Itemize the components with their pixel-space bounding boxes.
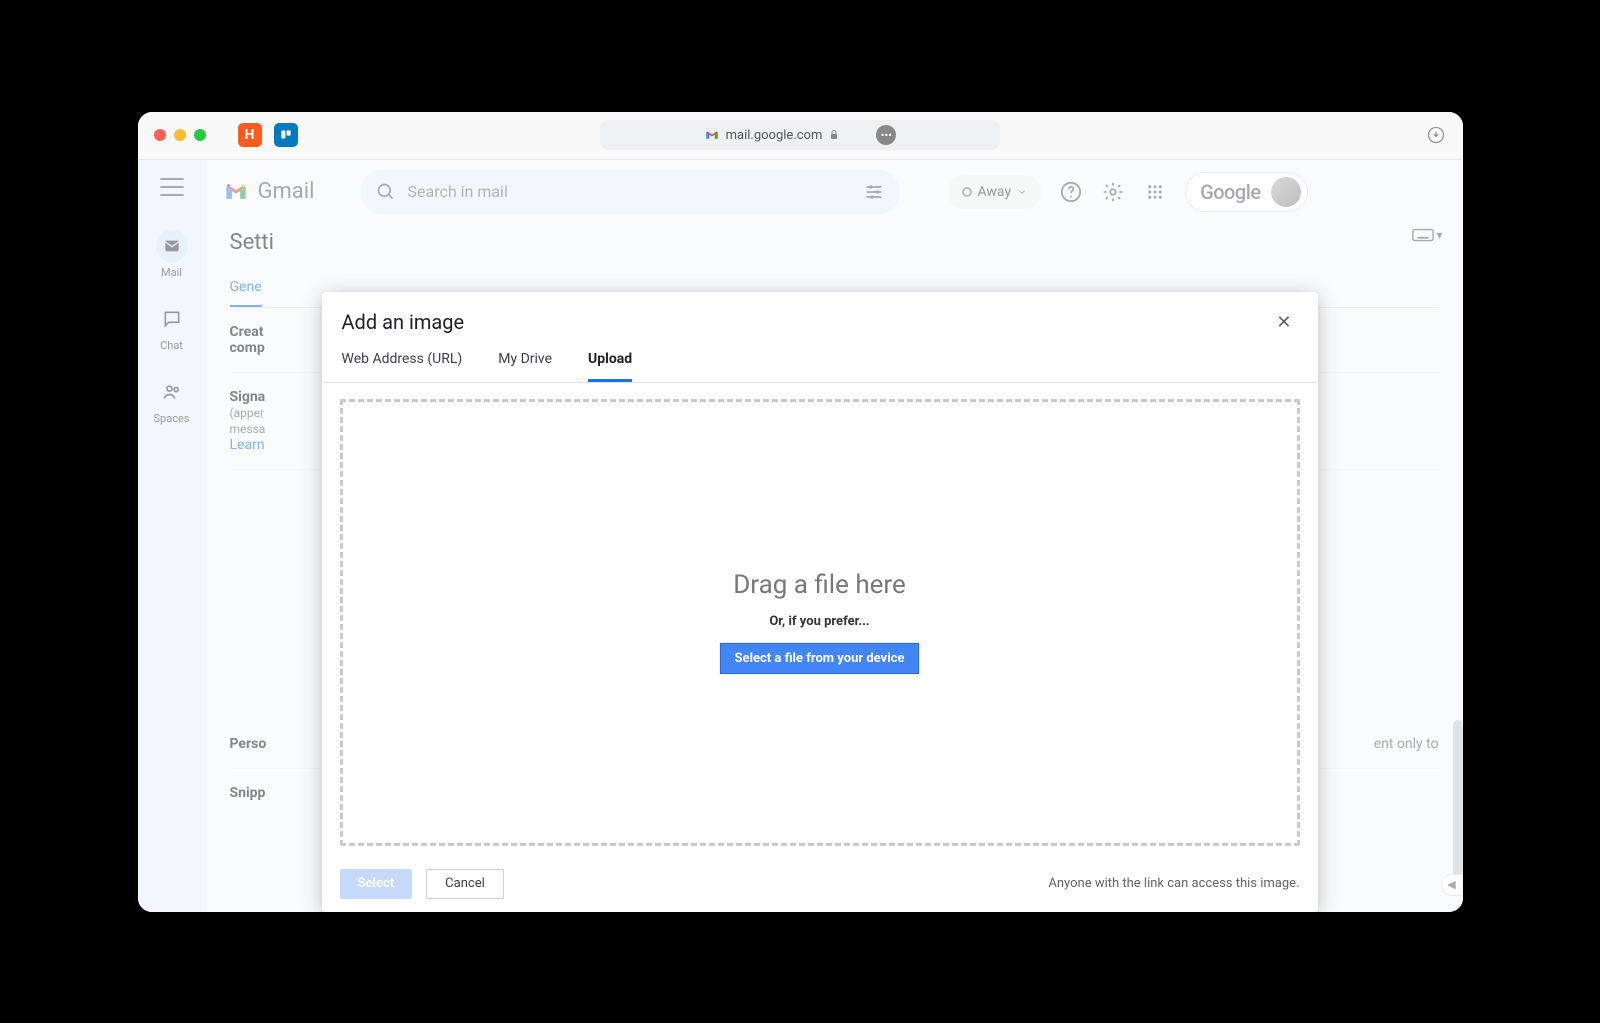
downloads-icon[interactable] [1427, 126, 1445, 144]
tab-web-address[interactable]: Web Address (URL) [342, 341, 463, 382]
gmail-app: Mail Chat Spaces Gmail [138, 160, 1463, 912]
url-text: mail.google.com [726, 128, 823, 143]
dialog-close-button[interactable]: ✕ [1270, 310, 1297, 335]
trello-icon [279, 128, 293, 142]
add-image-dialog: Add an image ✕ Web Address (URL) My Driv… [322, 292, 1318, 912]
tab-upload[interactable]: Upload [588, 341, 632, 382]
extension-trello[interactable] [274, 123, 298, 147]
dialog-select-button[interactable]: Select [340, 869, 413, 899]
reader-badge[interactable]: ••• [876, 125, 896, 145]
pinned-extensions: H [238, 123, 298, 147]
dialog-tabs: Web Address (URL) My Drive Upload [322, 341, 1318, 382]
window-minimize[interactable] [174, 129, 186, 141]
dialog-title: Add an image [342, 310, 465, 334]
titlebar: H mail.google.com ••• [138, 112, 1463, 160]
dialog-cancel-button[interactable]: Cancel [426, 869, 504, 899]
dialog-footer: Select Cancel Anyone with the link can a… [322, 856, 1318, 912]
extension-h[interactable]: H [238, 123, 262, 147]
window-controls [154, 129, 206, 141]
dropzone-subtitle: Or, if you prefer... [769, 614, 869, 629]
address-bar[interactable]: mail.google.com ••• [600, 120, 1000, 150]
window-close[interactable] [154, 129, 166, 141]
dropzone-title: Drag a file here [733, 570, 906, 600]
gmail-favicon [704, 129, 720, 141]
browser-window: H mail.google.com ••• Mail Chat [138, 112, 1463, 912]
upload-dropzone[interactable]: Drag a file here Or, if you prefer... Se… [340, 399, 1300, 846]
lock-icon [828, 129, 840, 141]
tab-my-drive[interactable]: My Drive [498, 341, 552, 382]
select-file-button[interactable]: Select a file from your device [720, 643, 920, 674]
dialog-footer-note: Anyone with the link can access this ima… [1048, 876, 1299, 891]
window-zoom[interactable] [194, 129, 206, 141]
